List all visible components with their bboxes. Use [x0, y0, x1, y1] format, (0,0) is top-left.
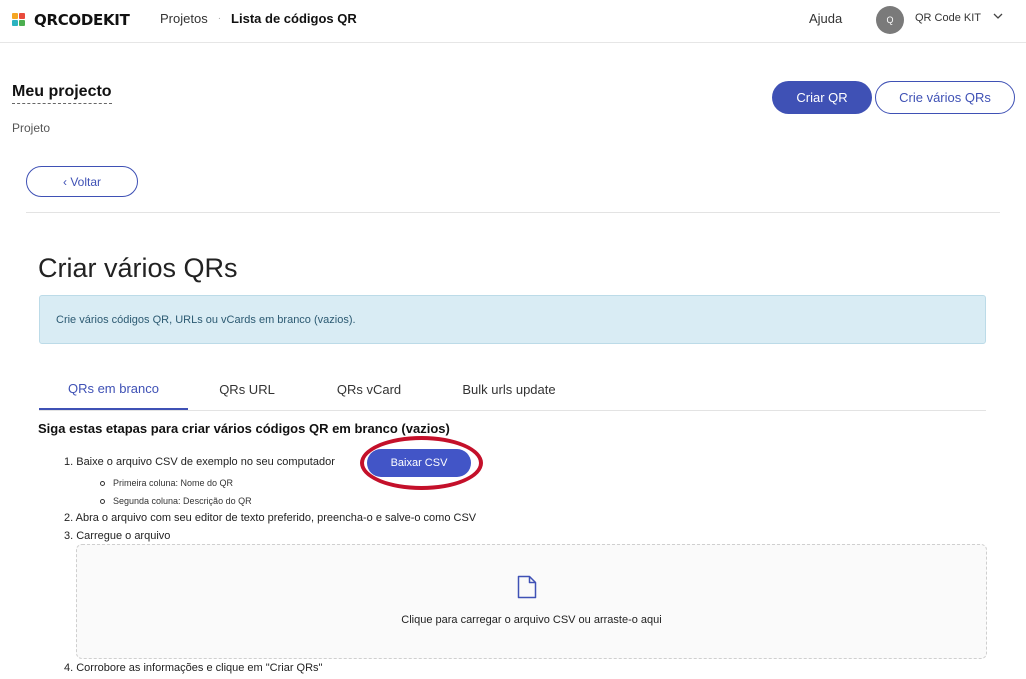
project-title[interactable]: Meu projecto — [12, 83, 112, 104]
tab-vcard-qrs[interactable]: QRs vCard — [319, 368, 419, 410]
avatar[interactable]: Q — [876, 6, 904, 34]
csv-dropzone[interactable]: Clique para carregar o arquivo CSV ou ar… — [76, 544, 987, 659]
brand-logo[interactable]: QRCODEKIT — [12, 11, 130, 29]
logo-text: QRCODEKIT — [34, 11, 130, 29]
breadcrumb-current: Lista de códigos QR — [231, 11, 357, 26]
file-icon — [517, 575, 537, 599]
step-3: 3. Carregue o arquivo — [64, 530, 171, 542]
sub-step-1: Primeira coluna: Nome do QR — [113, 478, 234, 488]
sub-step-2: Segunda coluna: Descrição do QR — [113, 496, 252, 506]
back-button[interactable]: ‹ Voltar — [26, 166, 138, 197]
steps-title: Siga estas etapas para criar vários códi… — [38, 421, 450, 436]
divider — [26, 212, 1000, 213]
project-subtitle: Projeto — [12, 121, 51, 135]
step-2: 2. Abra o arquivo com seu editor de text… — [64, 512, 477, 524]
tab-bulk-urls-update[interactable]: Bulk urls update — [447, 368, 571, 410]
breadcrumb-separator: · — [217, 13, 222, 24]
tab-url-qrs[interactable]: QRs URL — [199, 368, 295, 410]
chevron-down-icon[interactable] — [993, 11, 1003, 24]
info-alert-text: Crie vários códigos QR, URLs ou vCards e… — [56, 313, 356, 326]
list-item: Segunda coluna: Descrição do QR — [100, 496, 252, 506]
highlight-annotation — [360, 436, 483, 490]
step-1: 1. Baixe o arquivo CSV de exemplo no seu… — [64, 456, 335, 468]
bullet-icon — [100, 480, 105, 486]
step-4: 4. Corrobore as informações e clique em … — [64, 662, 323, 674]
tab-bar: QRs em branco QRs URL QRs vCard Bulk url… — [39, 368, 986, 411]
page-title: Criar vários QRs — [38, 253, 238, 283]
list-item: Primeira coluna: Nome do QR — [100, 478, 233, 488]
logo-icon — [12, 13, 30, 27]
dropzone-text: Clique para carregar o arquivo CSV ou ar… — [401, 614, 662, 626]
user-menu-name[interactable]: QR Code KIT — [915, 12, 981, 24]
create-qr-button[interactable]: Criar QR — [772, 81, 872, 114]
breadcrumb: Projetos · Lista de códigos QR — [160, 11, 357, 26]
breadcrumb-projects[interactable]: Projetos — [160, 11, 208, 26]
info-alert: Crie vários códigos QR, URLs ou vCards e… — [39, 295, 986, 344]
help-link[interactable]: Ajuda — [809, 11, 842, 26]
tab-blank-qrs[interactable]: QRs em branco — [39, 368, 188, 410]
create-multiple-qrs-button[interactable]: Crie vários QRs — [875, 81, 1015, 114]
top-navbar: QRCODEKIT Projetos · Lista de códigos QR… — [0, 0, 1026, 43]
bullet-icon — [100, 498, 105, 504]
